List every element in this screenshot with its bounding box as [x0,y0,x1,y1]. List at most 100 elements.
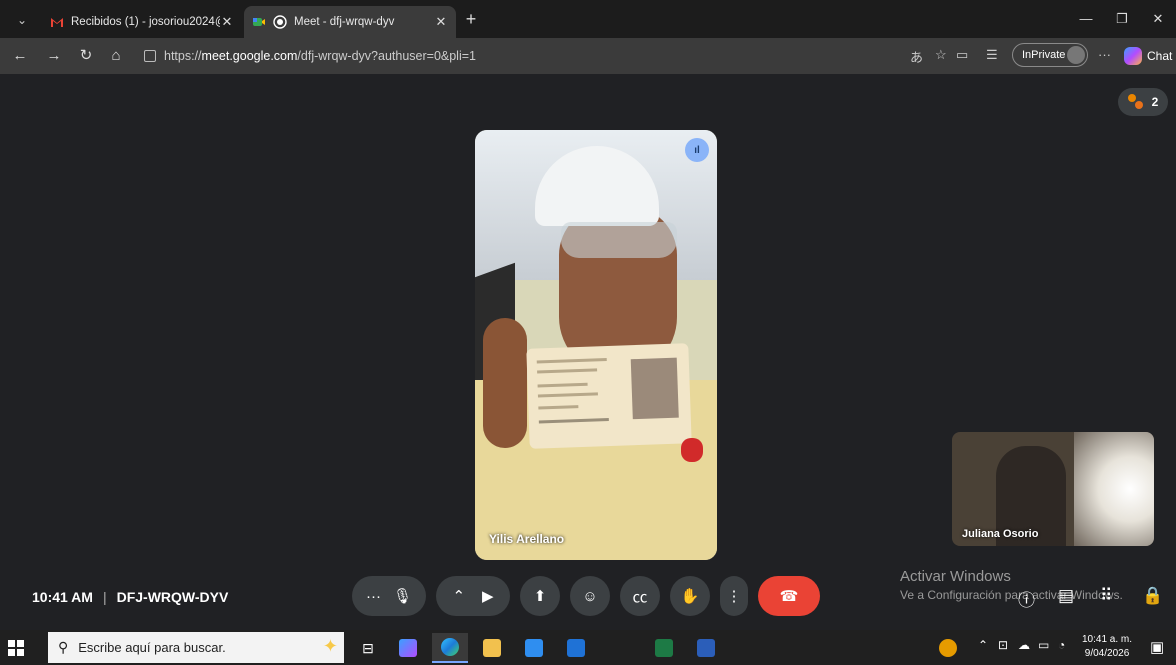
folder-icon [483,639,501,657]
video-nails [681,438,703,462]
task-view-icon: ⊟ [362,639,374,656]
close-tab-icon[interactable]: ✕ [434,14,448,30]
new-tab-button[interactable]: + [460,8,482,30]
inprivate-badge[interactable]: InPrivate [1012,43,1088,67]
close-tab-icon[interactable]: ✕ [220,14,234,30]
store-icon [525,639,543,657]
tab-gmail[interactable]: Recibidos (1) - josoriou2024@gma ✕ [42,6,242,38]
edge-taskbar-button[interactable] [432,633,468,663]
separator: | [102,589,107,605]
forward-button[interactable]: → [44,46,64,66]
tray-cloud-icon[interactable]: ☁ [1018,638,1030,652]
emoji-icon: ☺ [582,587,598,605]
activate-windows-watermark: Activar Windows Ve a Configuración para … [900,568,1123,602]
copilot-taskbar-button[interactable] [390,633,426,663]
copilot-icon [399,639,417,657]
participants-icon [1127,94,1144,110]
task-view-button[interactable]: ⊟ [350,633,386,663]
windows-start-icon[interactable] [8,640,24,656]
tab-actions-menu-button[interactable]: ⌄ [12,10,32,30]
video-glasses [561,222,677,258]
home-button[interactable]: ⌂ [106,46,126,66]
tray-network-icon[interactable]: ⊡ [998,638,1008,652]
video-id-card [526,343,692,449]
mail-icon [567,639,585,657]
back-button[interactable]: ← [10,46,30,66]
raise-hand-button[interactable]: ✋ [670,576,710,616]
address-bar: ← → ↻ ⌂ https://meet.google.com/dfj-wrqw… [0,38,1176,74]
user-badge-taskbar-button[interactable] [930,633,966,663]
taskbar-search-input[interactable]: ⚲ Escribe aquí para buscar. ✦ [48,632,344,663]
activities-icon[interactable]: ⠿ [1100,586,1112,606]
id-card-photo [630,357,679,420]
edge-icon [441,638,459,656]
store-taskbar-button[interactable] [516,633,552,663]
more-options-icon[interactable]: ··· [1098,47,1111,62]
captions-icon: ㏄ [632,588,648,606]
camera-icon[interactable]: ▶ [482,587,494,605]
meeting-details-icon[interactable]: ⓘ [1018,586,1035,611]
leave-call-button[interactable]: ☎ [758,576,820,616]
file-explorer-taskbar-button[interactable] [474,633,510,663]
present-screen-button[interactable]: ⬆ [520,576,560,616]
mail-taskbar-button[interactable] [558,633,594,663]
favorite-star-icon[interactable]: ☆ [935,47,947,63]
captions-button[interactable]: ㏄ [620,576,660,616]
tab-title: Meet - dfj-wrqw-dyv [294,16,395,28]
tray-wifi-icon[interactable]: ◔ [1058,638,1065,652]
excel-icon [655,639,673,657]
speaking-indicator-icon: ıl [685,138,709,162]
windows-taskbar: ⚲ Escribe aquí para buscar. ✦ ⊟ ⌃ ⊡ ☁ ▭ … [0,630,1176,665]
refresh-button[interactable]: ↻ [76,46,96,66]
chevron-up-icon[interactable]: ⌃ [452,587,465,605]
video-controls[interactable]: ⌃ ▶ [436,576,510,616]
browser-tab-strip: ⌄ Recibidos (1) - josoriou2024@gma ✕ Mee… [0,0,1176,38]
host-controls-icon[interactable]: 🔒 [1142,586,1163,606]
word-taskbar-button[interactable] [688,633,724,663]
participants-count: 2 [1151,95,1159,109]
microphone-icon[interactable]: 🎙 [393,587,412,605]
url-prefix: https:// [164,49,202,63]
translate-icon[interactable]: あ [910,47,923,66]
inprivate-label: InPrivate [1022,49,1066,61]
excel-taskbar-button[interactable] [646,633,682,663]
chat-icon[interactable]: ▤ [1058,586,1074,606]
participant-name: Yilis Arellano [489,532,565,546]
minimize-button[interactable]: — [1068,6,1104,32]
reactions-button[interactable]: ☺ [570,576,610,616]
meeting-info: 10:41 AM | DFJ-WRQW-DYV [32,589,228,605]
url-input[interactable]: https://meet.google.com/dfj-wrqw-dyv?aut… [134,43,884,69]
close-window-button[interactable]: ✕ [1140,6,1176,32]
more-options-button[interactable]: ⋮ [720,576,748,616]
tab-meet[interactable]: Meet - dfj-wrqw-dyv ✕ [244,6,456,38]
favorites-icon[interactable]: ☰ [986,47,998,63]
meeting-code: DFJ-WRQW-DYV [116,589,229,605]
word-icon [697,639,715,657]
audio-controls[interactable]: ··· 🎙 [352,576,426,616]
hand-icon: ✋ [680,588,700,605]
url-path: /dfj-wrqw-dyv?authuser=0&pli=1 [297,49,476,63]
main-participant-tile[interactable]: ıl Yilis Arellano [475,130,717,560]
self-view-tile[interactable]: Juliana Osorio [952,432,1154,546]
self-participant-name: Juliana Osorio [962,528,1039,540]
notifications-icon[interactable]: ▣ [1150,638,1164,656]
user-badge-icon [939,639,957,657]
tray-battery-icon[interactable]: ▭ [1038,638,1049,652]
search-icon: ⚲ [58,639,69,655]
participants-button[interactable]: 2 [1118,88,1168,116]
restore-button[interactable]: ❐ [1104,6,1140,32]
tray-chevron-up-icon[interactable]: ⌃ [978,638,988,652]
profile-avatar [1067,46,1085,64]
search-highlight-icon: ✦ [322,636,338,656]
clock-time: 10:41 a. m. [1082,634,1133,645]
meeting-time: 10:41 AM [32,589,93,605]
split-screen-icon[interactable]: ▭ [956,47,968,63]
audio-options-icon[interactable]: ··· [366,588,381,605]
taskbar-clock[interactable]: 10:41 a. m. 9/04/2026 [1082,633,1132,661]
meet-icon [253,18,265,26]
present-icon: ⬆ [533,588,547,605]
hang-up-icon: ☎ [779,588,799,605]
call-controls: ··· 🎙 ⌃ ▶ ⬆ ☺ ㏄ ✋ ⋮ ☎ [352,575,830,617]
copilot-chat-button[interactable]: Chat [1124,47,1172,65]
lock-icon [144,50,156,62]
